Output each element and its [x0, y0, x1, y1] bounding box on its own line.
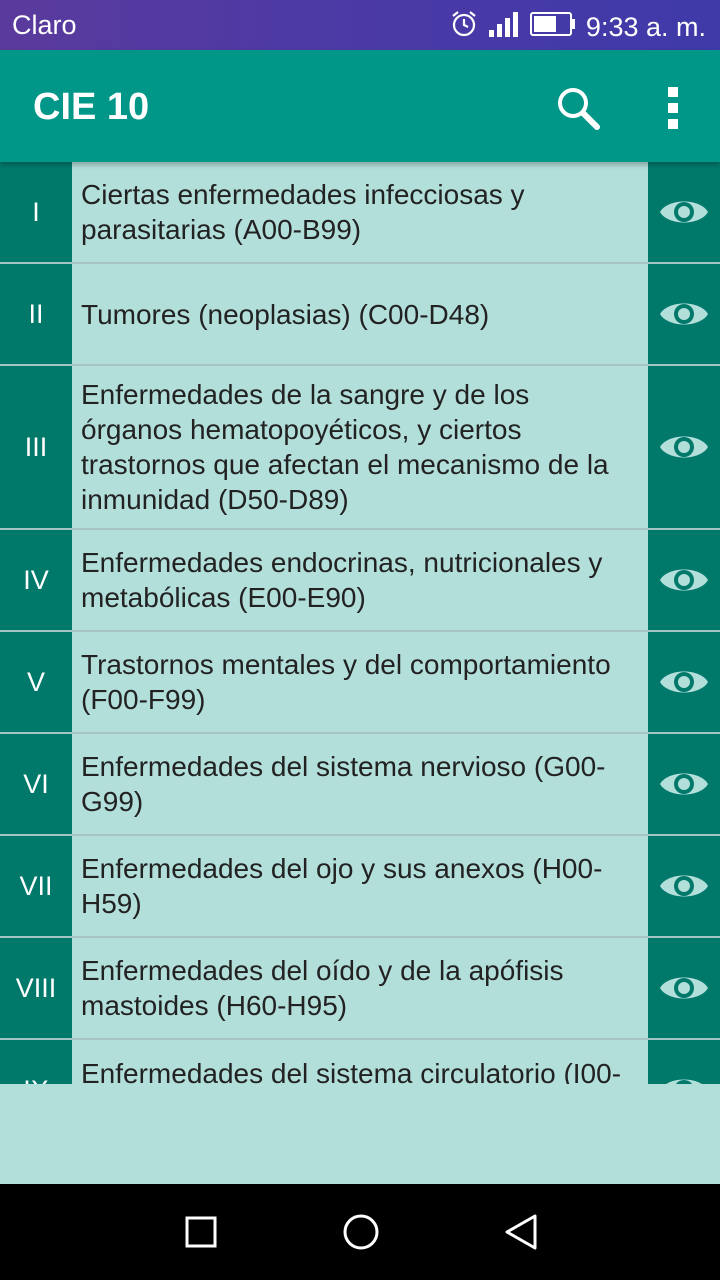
view-button[interactable]	[648, 734, 720, 834]
chapter-title[interactable]: Enfermedades de la sangre y de los órgan…	[72, 366, 648, 528]
eye-icon	[660, 303, 708, 325]
eye-icon	[660, 569, 708, 591]
view-button[interactable]	[648, 366, 720, 528]
recent-apps-button[interactable]	[177, 1208, 225, 1256]
chapter-row[interactable]: VIII Enfermedades del oído y de la apófi…	[0, 938, 720, 1040]
recent-apps-icon	[185, 1216, 217, 1248]
chapter-number: II	[0, 264, 72, 364]
chapter-title[interactable]: Enfermedades del ojo y sus anexos (H00-H…	[72, 836, 648, 936]
chapter-row[interactable]: III Enfermedades de la sangre y de los ó…	[0, 366, 720, 530]
app-bar: CIE 10	[0, 50, 720, 162]
eye-icon	[660, 977, 708, 999]
chapter-number: I	[0, 162, 72, 262]
back-icon	[505, 1214, 537, 1250]
chapter-row[interactable]: V Trastornos mentales y del comportamien…	[0, 632, 720, 734]
view-button[interactable]	[648, 836, 720, 936]
chapter-number: IV	[0, 530, 72, 630]
search-button[interactable]	[548, 78, 608, 138]
list-footer-space	[0, 1084, 720, 1184]
eye-icon	[660, 436, 708, 458]
signal-icon	[488, 10, 520, 45]
chapter-row[interactable]: VII Enfermedades del ojo y sus anexos (H…	[0, 836, 720, 938]
chapter-row[interactable]: I Ciertas enfermedades infecciosas y par…	[0, 162, 720, 264]
chapter-number: VIII	[0, 938, 72, 1038]
app-title: CIE 10	[33, 86, 150, 128]
system-nav-bar	[0, 1184, 720, 1280]
chapter-title[interactable]: Enfermedades del sistema nervioso (G00-G…	[72, 734, 648, 834]
eye-icon	[666, 1079, 702, 1084]
search-icon	[558, 88, 600, 130]
eye-icon	[660, 773, 708, 795]
chapter-row[interactable]: II Tumores (neoplasias) (C00-D48)	[0, 264, 720, 366]
eye-icon	[660, 671, 708, 693]
chapter-number: VI	[0, 734, 72, 834]
status-time: 9:33 a. m.	[585, 12, 706, 42]
chapter-title[interactable]: Enfermedades endocrinas, nutricionales y…	[72, 530, 648, 630]
home-icon	[343, 1214, 379, 1250]
more-vert-icon	[668, 87, 678, 129]
carrier-name: Claro	[12, 10, 77, 40]
status-bar: Claro 9:33 a. m.	[0, 0, 720, 50]
chapter-title[interactable]: Enfermedades del sistema circulatorio (I…	[72, 1040, 648, 1084]
overflow-menu-button[interactable]	[650, 78, 696, 138]
chapter-number: V	[0, 632, 72, 732]
chapter-list[interactable]: I Ciertas enfermedades infecciosas y par…	[0, 162, 720, 1084]
chapter-title[interactable]: Tumores (neoplasias) (C00-D48)	[72, 264, 648, 364]
view-button[interactable]	[648, 162, 720, 262]
chapter-title[interactable]: Trastornos mentales y del comportamiento…	[72, 632, 648, 732]
chapter-number: III	[0, 366, 72, 528]
view-button[interactable]	[648, 632, 720, 732]
chapter-row[interactable]: IV Enfermedades endocrinas, nutricionale…	[0, 530, 720, 632]
alarm-icon	[450, 10, 478, 45]
view-button[interactable]	[648, 530, 720, 630]
eye-icon	[660, 201, 708, 223]
view-button[interactable]	[648, 1040, 720, 1084]
chapter-title[interactable]: Ciertas enfermedades infecciosas y paras…	[72, 162, 648, 262]
chapter-title[interactable]: Enfermedades del oído y de la apófisis m…	[72, 938, 648, 1038]
view-button[interactable]	[648, 264, 720, 364]
battery-icon	[529, 11, 576, 44]
chapter-row[interactable]: VI Enfermedades del sistema nervioso (G0…	[0, 734, 720, 836]
back-button[interactable]	[497, 1208, 545, 1256]
chapter-number: IX	[0, 1040, 72, 1084]
chapter-row[interactable]: IX Enfermedades del sistema circulatorio…	[0, 1040, 720, 1084]
eye-icon	[660, 875, 708, 897]
home-button[interactable]	[337, 1208, 385, 1256]
view-button[interactable]	[648, 938, 720, 1038]
status-icons: 9:33 a. m.	[440, 10, 706, 45]
chapter-number: VII	[0, 836, 72, 936]
